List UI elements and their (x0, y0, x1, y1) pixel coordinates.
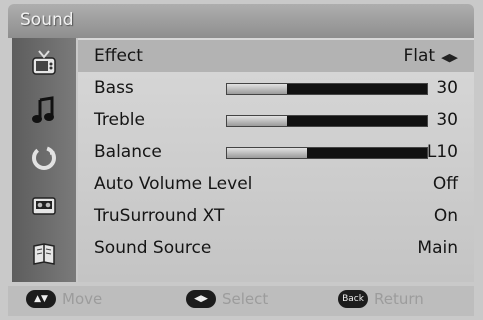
menu-item-label: Treble (94, 110, 145, 130)
osd-menu: Sound Effect Flat ◀▶ Bass 30 Treble 30 B… (0, 0, 483, 320)
title-bar: Sound (8, 4, 474, 38)
menu-item-label: Bass (94, 78, 134, 98)
move-hint: ▲▼ Move (26, 290, 102, 308)
hint-bar: ▲▼ Move ◀▶ Select Back Return (8, 286, 474, 316)
menu-item-value: On (433, 206, 458, 226)
select-hint: ◀▶ Select (186, 290, 268, 308)
tv-icon[interactable] (24, 44, 64, 84)
balance-slider[interactable] (226, 147, 428, 159)
menu-item-value: L10 (426, 142, 458, 162)
treble-slider[interactable] (226, 115, 428, 127)
menu-item-label: Sound Source (94, 238, 212, 258)
menu-item-treble[interactable]: Treble 30 (78, 104, 474, 136)
bass-slider[interactable] (226, 83, 428, 95)
menu-item-value: 30 (436, 78, 458, 98)
cassette-icon[interactable] (24, 186, 64, 226)
menu-item-sound-source[interactable]: Sound Source Main (78, 232, 474, 264)
settings-list: Effect Flat ◀▶ Bass 30 Treble 30 Balance … (78, 38, 474, 282)
book-icon[interactable] (24, 234, 64, 274)
bass-slider-fill (227, 84, 287, 94)
menu-item-auto-volume-level[interactable]: Auto Volume Level Off (78, 168, 474, 200)
sidebar (12, 38, 76, 282)
menu-item-balance[interactable]: Balance L10 (78, 136, 474, 168)
menu-item-value: Off (432, 174, 458, 194)
window-title: Sound (20, 10, 74, 30)
menu-item-bass[interactable]: Bass 30 (78, 72, 474, 104)
music-note-icon[interactable] (24, 90, 64, 130)
refresh-icon[interactable] (24, 138, 64, 178)
up-down-icon: ▲▼ (26, 290, 56, 308)
menu-item-value: 30 (436, 110, 458, 130)
left-right-arrows-icon: ◀▶ (441, 51, 458, 64)
move-hint-label: Move (62, 290, 103, 308)
menu-item-label: TruSurround XT (94, 206, 225, 226)
menu-item-effect[interactable]: Effect Flat ◀▶ (78, 40, 474, 72)
return-hint-label: Return (374, 290, 424, 308)
left-right-icon: ◀▶ (186, 290, 216, 308)
menu-item-trusurround-xt[interactable]: TruSurround XT On (78, 200, 474, 232)
treble-slider-fill (227, 116, 287, 126)
select-hint-label: Select (222, 290, 269, 308)
balance-slider-fill (227, 148, 307, 158)
menu-item-label: Auto Volume Level (94, 174, 253, 194)
menu-item-label: Balance (94, 142, 162, 162)
menu-item-value: Main (417, 238, 458, 258)
menu-item-value: Flat ◀▶ (403, 46, 458, 66)
effect-value: Flat (403, 46, 436, 66)
back-button-icon: Back (338, 290, 368, 308)
menu-item-label: Effect (94, 46, 143, 66)
return-hint: Back Return (338, 290, 424, 308)
